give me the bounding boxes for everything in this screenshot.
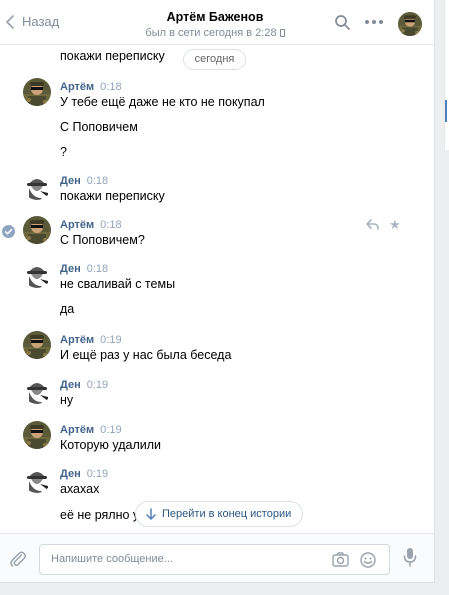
- message-meta: Ден 0:18: [60, 263, 108, 275]
- message-time[interactable]: 0:18: [100, 81, 121, 93]
- select-check-icon[interactable]: [2, 225, 15, 238]
- search-icon[interactable]: [335, 15, 350, 33]
- chevron-left-icon: [6, 14, 14, 29]
- chat-title-block[interactable]: Артём Баженов был в сети сегодня в 2:28: [140, 10, 290, 39]
- back-button[interactable]: Назад: [6, 14, 59, 29]
- message-history: сегодня покажи переписку Артём 0:18 У теб…: [0, 45, 434, 533]
- message-time[interactable]: 0:18: [100, 219, 121, 231]
- message-text: С Поповичем?: [60, 233, 145, 247]
- message-text: покажи переписку: [60, 189, 165, 203]
- microphone-icon[interactable]: [403, 547, 417, 570]
- message-time[interactable]: 0:18: [87, 263, 108, 275]
- more-icon[interactable]: [365, 20, 383, 24]
- message-text: ну: [60, 393, 74, 407]
- message-input-box[interactable]: [39, 544, 390, 575]
- message-time[interactable]: 0:19: [100, 334, 121, 346]
- active-indicator: [445, 100, 447, 122]
- chat-panel: Назад Артём Баженов был в сети сегодня в…: [0, 0, 435, 583]
- message-time[interactable]: 0:19: [100, 424, 121, 436]
- message-text: не сваливай с темы: [60, 277, 176, 291]
- right-side-panel: [444, 0, 449, 150]
- author-avatar[interactable]: [23, 78, 51, 106]
- message-text: С Поповичем: [60, 120, 138, 134]
- go-to-end-label: Перейти в конец истории: [162, 508, 292, 520]
- author-avatar[interactable]: [23, 172, 51, 200]
- author-avatar[interactable]: [23, 331, 51, 359]
- message-meta: Артём 0:18: [60, 81, 122, 93]
- reply-icon[interactable]: [366, 219, 379, 233]
- message-text: её не рялно уд: [60, 508, 147, 522]
- arrow-down-icon: [146, 508, 156, 520]
- author-avatar[interactable]: [23, 421, 51, 449]
- camera-icon[interactable]: [332, 552, 349, 570]
- message-time[interactable]: 0:18: [87, 175, 108, 187]
- message-meta: Артём 0:19: [60, 334, 122, 346]
- smile-icon[interactable]: [360, 552, 376, 571]
- author-name[interactable]: Ден: [60, 175, 81, 187]
- author-avatar[interactable]: [23, 376, 51, 404]
- date-separator: сегодня: [183, 49, 246, 70]
- author-name[interactable]: Артём: [60, 424, 94, 436]
- chat-header: Назад Артём Баженов был в сети сегодня в…: [0, 0, 434, 45]
- author-name[interactable]: Ден: [60, 379, 81, 391]
- message-text: Которую удалили: [60, 438, 162, 452]
- author-avatar[interactable]: [23, 465, 51, 493]
- message-meta: Артём 0:19: [60, 424, 122, 436]
- message-meta: Ден 0:19: [60, 379, 108, 391]
- message-time[interactable]: 0:19: [87, 468, 108, 480]
- message-time[interactable]: 0:19: [87, 379, 108, 391]
- author-name[interactable]: Артём: [60, 81, 94, 93]
- message-meta: Ден 0:18: [60, 175, 108, 187]
- back-label: Назад: [22, 14, 60, 29]
- header-avatar[interactable]: [398, 12, 422, 36]
- message-text: У тебе ещё даже не кто не покупал: [60, 95, 265, 109]
- author-avatar[interactable]: [23, 260, 51, 288]
- author-name[interactable]: Артём: [60, 219, 94, 231]
- chat-title: Артём Баженов: [166, 10, 264, 24]
- message-input[interactable]: [51, 553, 321, 565]
- message-composer: [0, 533, 434, 582]
- mobile-phone-icon: [279, 29, 285, 37]
- star-icon[interactable]: ★: [389, 217, 401, 233]
- author-name[interactable]: Артём: [60, 334, 94, 346]
- author-avatar[interactable]: [23, 216, 51, 244]
- message-meta: Артём 0:18: [60, 219, 122, 231]
- message-meta: Ден 0:19: [60, 468, 108, 480]
- author-name[interactable]: Ден: [60, 468, 81, 480]
- message-text: покажи переписку: [60, 49, 165, 63]
- message-text: да: [60, 302, 75, 316]
- author-name[interactable]: Ден: [60, 263, 81, 275]
- online-status: был в сети сегодня в 2:28: [140, 27, 290, 39]
- attach-icon[interactable]: [9, 550, 27, 571]
- message-text: ахахах: [60, 482, 100, 496]
- message-text: ?: [60, 145, 67, 159]
- go-to-end-button[interactable]: Перейти в конец истории: [135, 501, 304, 527]
- message-text: И ещё раз у нас была беседа: [60, 348, 232, 362]
